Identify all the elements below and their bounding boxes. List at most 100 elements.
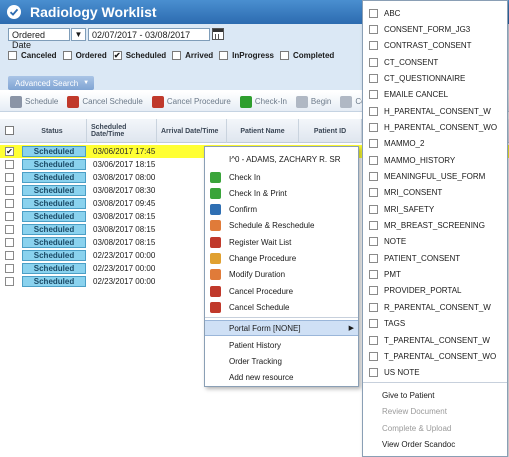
status-filter-inprogress[interactable]: InProgress bbox=[219, 51, 274, 60]
checkbox[interactable] bbox=[369, 8, 378, 18]
portal-form-option[interactable]: CONTRAST_CONSENT bbox=[363, 38, 507, 54]
context-item-order-tracking[interactable]: Order Tracking bbox=[205, 353, 358, 369]
portal-form-option[interactable]: T_PARENTAL_CONSENT_WO bbox=[363, 348, 507, 364]
portal-form-option[interactable]: MAMMO_HISTORY bbox=[363, 152, 507, 168]
checkbox[interactable] bbox=[369, 351, 378, 361]
status-filter-arrived[interactable]: Arrived bbox=[172, 51, 213, 60]
toolbar-cancel-schedule-button[interactable]: Cancel Schedule bbox=[67, 95, 143, 108]
portal-form-option[interactable]: NOTE bbox=[363, 234, 507, 250]
checkbox[interactable] bbox=[369, 188, 378, 198]
portal-form-option[interactable]: H_PARENTAL_CONSENT_W bbox=[363, 103, 507, 119]
status-filter-completed[interactable]: Completed bbox=[279, 51, 334, 60]
status-filter-scheduled[interactable]: ✔ Scheduled bbox=[112, 51, 166, 60]
checkbox[interactable] bbox=[8, 51, 17, 60]
checkbox[interactable] bbox=[369, 302, 378, 312]
calendar-icon[interactable] bbox=[212, 28, 224, 40]
row-checkbox[interactable] bbox=[5, 186, 14, 195]
context-item-register-wait-list[interactable]: Register Wait List bbox=[205, 234, 358, 250]
context-item-check-in-print[interactable]: Check In & Print bbox=[205, 185, 358, 201]
column-header-arrival[interactable]: Arrival Date/Time bbox=[157, 119, 227, 143]
row-checkbox[interactable] bbox=[5, 264, 14, 273]
context-item-check-in[interactable]: Check In bbox=[205, 169, 358, 185]
checkbox[interactable] bbox=[62, 51, 72, 60]
column-header-patient-name[interactable]: Patient Name bbox=[227, 119, 299, 143]
portal-action-give-to-patient[interactable]: Give to Patient bbox=[363, 387, 507, 403]
checkbox[interactable] bbox=[172, 51, 182, 60]
portal-form-option[interactable]: H_PARENTAL_CONSENT_WO bbox=[363, 119, 507, 135]
portal-action-view-order-scandoc[interactable]: View Order Scandoc bbox=[363, 437, 507, 453]
advanced-search-button[interactable]: Advanced Search ▼ bbox=[8, 76, 94, 90]
checkbox[interactable] bbox=[369, 286, 378, 296]
checkbox[interactable] bbox=[369, 270, 378, 280]
chevron-down-icon[interactable]: ▼ bbox=[71, 28, 86, 41]
portal-form-option[interactable]: US NOTE bbox=[363, 365, 507, 381]
portal-form-option[interactable]: CT_QUESTIONNAIRE bbox=[363, 70, 507, 86]
row-checkbox[interactable]: ✔ bbox=[5, 147, 14, 156]
portal-form-option[interactable]: PMT bbox=[363, 267, 507, 283]
portal-form-option[interactable]: PATIENT_CONSENT bbox=[363, 250, 507, 266]
toolbar-begin-button[interactable]: Begin bbox=[295, 95, 331, 108]
portal-form-option[interactable]: TAGS bbox=[363, 316, 507, 332]
portal-form-option[interactable]: PROVIDER_PORTAL bbox=[363, 283, 507, 299]
date-range-input[interactable]: 02/07/2017 - 03/08/2017 bbox=[88, 28, 210, 41]
checkbox[interactable] bbox=[369, 335, 378, 345]
row-checkbox[interactable] bbox=[5, 238, 14, 247]
checkbox[interactable] bbox=[219, 51, 229, 60]
checkbox[interactable] bbox=[369, 319, 378, 329]
row-checkbox[interactable] bbox=[5, 225, 14, 234]
row-checkbox[interactable] bbox=[5, 251, 14, 260]
portal-form-option[interactable]: EMAILE CANCEL bbox=[363, 87, 507, 103]
toolbar-schedule-button[interactable]: Schedule bbox=[10, 95, 58, 108]
portal-form-option[interactable]: CT_CONSENT bbox=[363, 54, 507, 70]
column-header-scheduled[interactable]: Scheduled Date/Time bbox=[87, 119, 157, 143]
portal-form-option[interactable]: ABC bbox=[363, 5, 507, 21]
checkbox[interactable] bbox=[369, 106, 378, 116]
checkbox[interactable] bbox=[369, 24, 378, 34]
date-type-select[interactable]: Ordered Date bbox=[8, 28, 70, 50]
checkbox[interactable] bbox=[369, 221, 378, 231]
checkbox[interactable] bbox=[369, 172, 378, 181]
checkbox[interactable]: ✔ bbox=[112, 51, 122, 60]
checkbox[interactable] bbox=[369, 122, 378, 132]
context-item-modify-duration[interactable]: Modify Duration bbox=[205, 267, 358, 283]
toolbar-check-in-button[interactable]: Check-In bbox=[239, 95, 287, 108]
checkbox[interactable] bbox=[369, 57, 378, 67]
checkbox[interactable] bbox=[369, 237, 378, 247]
context-item-change-procedure[interactable]: Change Procedure bbox=[205, 251, 358, 267]
portal-form-option[interactable]: MR_BREAST_SCREENING bbox=[363, 218, 507, 234]
status-filter-ordered[interactable]: Ordered bbox=[62, 51, 107, 60]
column-header-status[interactable]: Status bbox=[18, 119, 87, 143]
checkbox[interactable] bbox=[369, 253, 378, 263]
checkbox[interactable] bbox=[369, 139, 378, 149]
portal-form-option[interactable]: CONSENT_FORM_JG3 bbox=[363, 21, 507, 37]
row-checkbox[interactable] bbox=[5, 212, 14, 221]
row-checkbox[interactable] bbox=[5, 160, 14, 169]
context-item-patient-history[interactable]: Patient History bbox=[205, 337, 358, 353]
checkbox[interactable] bbox=[369, 90, 378, 100]
portal-form-option[interactable]: T_PARENTAL_CONSENT_W bbox=[363, 332, 507, 348]
context-item-confirm[interactable]: Confirm bbox=[205, 202, 358, 218]
portal-form-option[interactable]: MAMMO_2 bbox=[363, 136, 507, 152]
context-item-cancel-procedure[interactable]: Cancel Procedure bbox=[205, 283, 358, 299]
context-item-cancel-schedule[interactable]: Cancel Schedule bbox=[205, 299, 358, 315]
context-item-schedule-reschedule[interactable]: Schedule & Reschedule bbox=[205, 218, 358, 234]
checkbox[interactable] bbox=[279, 51, 289, 60]
context-item-add-new-resource[interactable]: Add new resource bbox=[205, 370, 358, 386]
portal-form-option[interactable]: R_PARENTAL_CONSENT_W bbox=[363, 299, 507, 315]
row-checkbox[interactable] bbox=[5, 173, 14, 182]
checkbox[interactable] bbox=[369, 155, 378, 165]
status-filter-canceled[interactable]: Canceled bbox=[8, 51, 57, 60]
toolbar-cancel-procedure-button[interactable]: Cancel Procedure bbox=[151, 95, 231, 108]
row-checkbox[interactable] bbox=[5, 277, 14, 286]
checkbox[interactable] bbox=[369, 41, 378, 51]
row-checkbox[interactable] bbox=[5, 199, 14, 208]
checkbox[interactable] bbox=[369, 368, 378, 378]
portal-form-option[interactable]: MRI_CONSENT bbox=[363, 185, 507, 201]
column-header-patient-id[interactable]: Patient ID bbox=[299, 119, 362, 143]
checkbox[interactable] bbox=[369, 73, 378, 83]
portal-form-item[interactable]: Portal Form [NONE] ▶ bbox=[205, 320, 358, 336]
checkbox[interactable] bbox=[369, 204, 378, 214]
select-all-checkbox[interactable] bbox=[5, 126, 14, 135]
portal-form-option[interactable]: MEANINGFUL_USE_FORM bbox=[363, 169, 507, 185]
portal-form-option[interactable]: MRI_SAFETY bbox=[363, 201, 507, 217]
